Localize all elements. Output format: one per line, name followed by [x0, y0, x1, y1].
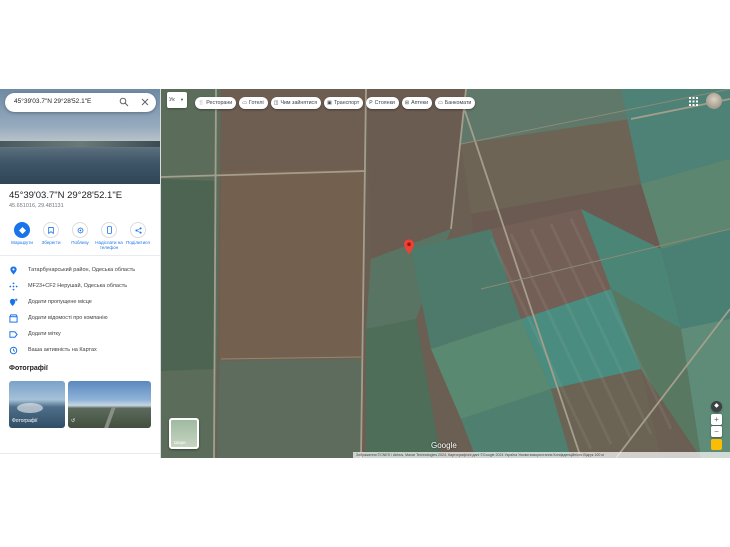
- info-row-address[interactable]: Татарбунарський район, Одеська область: [0, 264, 160, 278]
- history-icon: [9, 346, 18, 355]
- place-title: 45°39'03.7"N 29°28'52.1"E: [9, 190, 123, 201]
- send-to-phone-button[interactable]: Надіслати на телефон: [94, 222, 124, 250]
- close-icon[interactable]: [140, 97, 150, 107]
- chip-label: Стоянки: [374, 100, 395, 106]
- chip-label: Готелі: [248, 100, 264, 106]
- chip-things-to-do[interactable]: ◫ Чим зайнятися: [270, 97, 322, 109]
- share-icon: [134, 226, 142, 234]
- search-input[interactable]: 45°39'03.7"N 29°28'52.1"E: [14, 98, 91, 105]
- chip-label: Аптеки: [411, 100, 429, 106]
- place-decimal-coords: 45.651016, 29.481131: [9, 203, 64, 209]
- layers-button[interactable]: Шари: [169, 418, 199, 449]
- add-place-icon: [9, 298, 18, 307]
- save-label: Зберегти: [41, 240, 61, 245]
- add-business-text: Додати відомості про компанію: [28, 315, 108, 321]
- share-button[interactable]: Поділитися: [123, 222, 153, 245]
- transit-icon: ▣: [327, 100, 332, 106]
- search-box[interactable]: 45°39'03.7"N 29°28'52.1"E: [5, 93, 156, 112]
- language-value: Ук: [169, 97, 175, 103]
- photo-thumbnail-all[interactable]: Фотографії: [9, 381, 65, 428]
- street-view-pegman-icon[interactable]: [711, 439, 722, 450]
- hero-photo[interactable]: 45°39'03.7"N 29°28'52.1"E: [0, 89, 160, 184]
- pharmacy-icon: ⊞: [404, 100, 410, 106]
- plus-icon: +: [714, 415, 719, 424]
- parking-icon: P: [369, 100, 373, 106]
- zoom-in-button[interactable]: +: [711, 414, 722, 425]
- chip-label: Ресторани: [206, 100, 233, 106]
- layers-label: Шари: [174, 440, 186, 445]
- add-label-text: Додати мітку: [28, 331, 61, 337]
- save-button[interactable]: Зберегти: [36, 222, 66, 245]
- plus-code-text: MF23+CF2 Нерушай, Одеська область: [28, 283, 128, 289]
- info-row-add-label[interactable]: Додати мітку: [0, 328, 160, 342]
- location-pin-marker-icon[interactable]: [403, 239, 415, 255]
- chip-atms[interactable]: ▭ Банкомати: [435, 97, 476, 109]
- bookmark-icon: [48, 226, 54, 234]
- chip-label: Транспорт: [333, 100, 360, 106]
- zoom-out-button[interactable]: −: [711, 426, 722, 437]
- chip-label: Чим зайнятися: [280, 100, 318, 106]
- photo-wave: [17, 403, 43, 413]
- hero-shoreline: [0, 141, 160, 147]
- nearby-icon: [77, 227, 83, 233]
- divider: [0, 453, 160, 454]
- location-pin-icon: [10, 266, 17, 275]
- label-icon: [9, 331, 18, 338]
- maps-app: 45°39'03.7"N 29°28'52.1"E 45°39'03.7"N 2…: [0, 89, 730, 458]
- info-row-add-business[interactable]: Додати відомості про компанію: [0, 312, 160, 326]
- nearby-label: Поблизу: [71, 240, 89, 245]
- send-to-phone-icon: [106, 226, 112, 234]
- send-to-phone-label: Надіслати на телефон: [95, 240, 123, 250]
- street-view-360-icon: ↺: [71, 418, 76, 424]
- language-select[interactable]: Ук ▼: [167, 92, 187, 108]
- attraction-icon: ◫: [273, 100, 279, 106]
- satellite-map[interactable]: Ук ▼ 🍴 Ресторани ▭ Готелі ◫ Чим зайнятися ▣…: [161, 89, 730, 458]
- chevron-down-icon: ▼: [180, 97, 184, 102]
- compass-button[interactable]: ◆: [711, 401, 722, 412]
- activity-text: Ваша активність на Картах: [28, 347, 97, 353]
- chip-label: Банкомати: [444, 100, 472, 106]
- nearby-button[interactable]: Поблизу: [65, 222, 95, 245]
- chip-transit[interactable]: ▣ Транспорт: [324, 97, 364, 109]
- satellite-imagery: [161, 89, 730, 458]
- restaurant-icon: 🍴: [198, 100, 205, 106]
- google-logo: Google: [431, 441, 457, 450]
- plus-code-icon: [9, 282, 18, 291]
- search-icon[interactable]: [119, 97, 129, 107]
- hotel-icon: ▭: [242, 100, 247, 106]
- divider: [0, 255, 160, 256]
- info-row-activity[interactable]: Ваша активність на Картах: [0, 344, 160, 358]
- share-label: Поділитися: [126, 240, 150, 245]
- place-panel: 45°39'03.7"N 29°28'52.1"E 45°39'03.7"N 2…: [0, 89, 161, 458]
- map-attribution: Зображення ©CNES / Airbus, Maxar Technol…: [353, 452, 730, 458]
- chip-parking[interactable]: P Стоянки: [366, 97, 399, 109]
- address-text: Татарбунарський район, Одеська область: [28, 267, 136, 273]
- photo-thumbnail-caption: Фотографії: [12, 418, 38, 424]
- business-icon: [9, 314, 18, 323]
- atm-icon: ▭: [438, 100, 443, 106]
- category-chips: 🍴 Ресторани ▭ Готелі ◫ Чим зайнятися ▣ Транс…: [195, 97, 476, 109]
- directions-label: Маршрути: [11, 240, 33, 245]
- add-place-text: Додати пропущене місце: [28, 299, 92, 305]
- info-row-add-place[interactable]: Додати пропущене місце: [0, 296, 160, 310]
- photos-heading: Фотографії: [9, 365, 48, 372]
- photo-road: [104, 407, 116, 428]
- minus-icon: −: [714, 427, 719, 436]
- directions-icon: [18, 226, 26, 234]
- apps-grid-icon[interactable]: [689, 97, 698, 106]
- compass-icon: ◆: [714, 403, 719, 409]
- chip-pharmacies[interactable]: ⊞ Аптеки: [401, 97, 433, 109]
- photo-thumbnail-360[interactable]: ↺: [68, 381, 151, 428]
- account-avatar[interactable]: [706, 93, 722, 109]
- chip-hotels[interactable]: ▭ Готелі: [239, 97, 268, 109]
- directions-button[interactable]: Маршрути: [7, 222, 37, 245]
- chip-restaurants[interactable]: 🍴 Ресторани: [195, 97, 237, 109]
- info-row-plus-code[interactable]: MF23+CF2 Нерушай, Одеська область: [0, 280, 160, 294]
